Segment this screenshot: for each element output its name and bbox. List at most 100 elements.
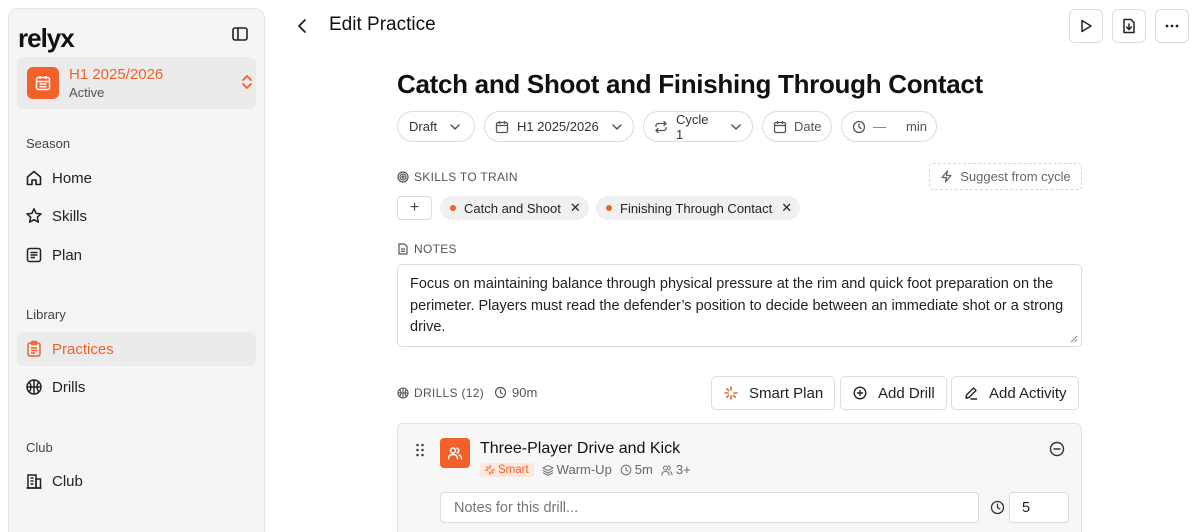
clock-icon [620, 464, 632, 475]
play-button[interactable] [1069, 9, 1103, 43]
basketball-icon [397, 386, 409, 399]
app-logo[interactable]: relyx [18, 23, 75, 54]
add-activity-button[interactable]: Add Activity [951, 376, 1079, 410]
smart-badge: Smart [480, 462, 534, 477]
skills-label-text: SKILLS TO TRAIN [414, 170, 518, 184]
more-horizontal-icon [1165, 24, 1179, 28]
layers-icon [542, 464, 554, 476]
drag-handle-icon[interactable] [415, 443, 425, 457]
download-file-icon [1123, 18, 1135, 34]
list-icon [26, 247, 42, 263]
cycle-select[interactable]: Cycle 1 [643, 111, 753, 142]
pencil-icon [965, 387, 978, 400]
drill-duration: 5m [620, 462, 653, 477]
repeat-icon [655, 120, 667, 133]
skills-section-label: SKILLS TO TRAIN [397, 170, 518, 184]
skill-dot [450, 205, 456, 211]
back-arrow-icon[interactable] [292, 14, 312, 38]
sidebar-toggle-icon[interactable] [231, 25, 249, 43]
season-status: Active [69, 85, 105, 100]
resize-grip-icon[interactable] [1070, 335, 1078, 343]
target-icon [397, 171, 409, 183]
sidebar-item-plan[interactable]: Plan [17, 238, 256, 272]
sidebar-item-skills[interactable]: Skills [17, 199, 256, 233]
duration-unit: min [906, 119, 927, 134]
star-icon [26, 208, 42, 223]
clock-icon [494, 386, 507, 399]
clock-icon [990, 500, 1005, 515]
cycle-value: Cycle 1 [676, 111, 709, 142]
skill-dot [606, 205, 612, 211]
nav-section-season: Season [26, 136, 71, 151]
sidebar-item-club[interactable]: Club [17, 464, 256, 498]
notes-text: Focus on maintaining balance through phy… [410, 276, 1064, 335]
add-skill-button[interactable]: + [397, 196, 432, 220]
skill-chip-label: Catch and Shoot [464, 200, 561, 216]
sidebar-item-practices[interactable]: Practices [17, 332, 256, 366]
season-value: H1 2025/2026 [517, 119, 599, 134]
sidebar-item-label: Club [52, 472, 83, 490]
chevron-down-icon [450, 123, 460, 130]
smart-plan-label: Smart Plan [749, 384, 824, 402]
drills-section-label: DRILLS (12) 90m [397, 385, 537, 400]
nav-section-club: Club [26, 440, 53, 455]
calendar-icon [773, 120, 787, 133]
season-switcher[interactable]: H1 2025/2026 Active [17, 57, 256, 109]
drill-notes-input[interactable] [440, 492, 979, 523]
calendar-icon [27, 67, 59, 99]
sidebar-item-label: Skills [52, 207, 88, 225]
sidebar-item-drills[interactable]: Drills [17, 370, 256, 404]
duration-input[interactable]: — min [841, 111, 937, 142]
drill-minutes-input[interactable] [1009, 492, 1069, 523]
sidebar-item-label: Plan [52, 246, 83, 264]
drill-players-label: 3+ [675, 462, 691, 477]
status-value: Draft [409, 119, 438, 134]
basketball-icon [26, 379, 42, 395]
drill-card: Three-Player Drive and Kick Smart Warm-U… [397, 423, 1082, 532]
sidebar: relyx H1 2025/2026 Active Season Home Sk… [8, 8, 265, 532]
date-picker[interactable]: Date [762, 111, 832, 142]
drill-category-label: Warm-Up [556, 462, 612, 477]
minus-circle-icon[interactable] [1049, 441, 1065, 457]
status-select[interactable]: Draft [397, 111, 475, 142]
drills-duration-value: 90m [512, 385, 538, 400]
suggest-label: Suggest from cycle [960, 169, 1071, 184]
suggest-from-cycle-button[interactable]: Suggest from cycle [929, 163, 1082, 190]
drill-duration-label: 5m [634, 462, 653, 477]
play-icon [1081, 19, 1092, 33]
smart-badge-label: Smart [498, 463, 529, 476]
sidebar-item-label: Practices [52, 340, 114, 358]
season-select[interactable]: H1 2025/2026 [484, 111, 634, 142]
season-title: H1 2025/2026 [69, 66, 164, 83]
remove-skill-icon[interactable]: ✕ [781, 200, 792, 216]
clock-icon [852, 120, 866, 133]
drill-players: 3+ [661, 462, 691, 477]
drill-group-icon [440, 438, 470, 468]
clipboard-icon [27, 340, 41, 357]
smart-plan-button[interactable]: Smart Plan [711, 376, 836, 410]
calendar-icon [495, 120, 509, 133]
lightning-icon [941, 170, 952, 183]
download-button[interactable] [1112, 9, 1146, 43]
building-icon [26, 474, 42, 489]
skill-chip-label: Finishing Through Contact [620, 200, 773, 216]
add-drill-button[interactable]: Add Drill [840, 376, 947, 410]
drill-name[interactable]: Three-Player Drive and Kick [480, 440, 680, 458]
sidebar-item-label: Home [52, 169, 93, 187]
sparkle-icon [724, 386, 738, 400]
home-icon [26, 170, 42, 186]
sidebar-item-home[interactable]: Home [17, 161, 256, 195]
remove-skill-icon[interactable]: ✕ [570, 200, 581, 216]
skill-chip: Finishing Through Contact ✕ [596, 196, 801, 220]
sparkle-icon [485, 464, 495, 475]
chevron-down-icon [731, 123, 741, 130]
duration-value: — [873, 119, 886, 134]
practice-notes-textarea[interactable]: Focus on maintaining balance through phy… [397, 264, 1082, 347]
practice-title[interactable]: Catch and Shoot and Finishing Through Co… [397, 69, 983, 100]
page-header-title: Edit Practice [329, 14, 436, 35]
more-options-button[interactable] [1155, 9, 1189, 43]
notes-section-label: NOTES [397, 242, 457, 256]
drills-count: DRILLS (12) [414, 385, 484, 400]
chevron-updown-icon[interactable] [240, 73, 254, 91]
notes-label-text: NOTES [414, 242, 457, 256]
